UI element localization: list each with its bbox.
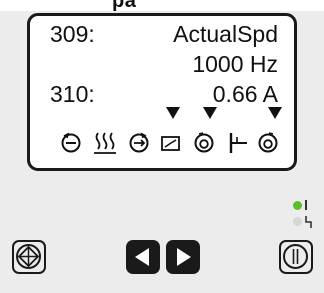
parameter-number: 310:: [50, 81, 95, 107]
parameter-value: 1000 Hz: [192, 51, 278, 77]
ready-symbol-icon: [305, 200, 307, 210]
reverse-rotation-icon: [60, 128, 82, 156]
arrow-right-icon: [177, 248, 191, 266]
indicator-arrow-icon: [268, 107, 282, 119]
navigation-button[interactable]: [12, 240, 46, 274]
indicator-arrow-icon: [166, 107, 180, 119]
status-icons-row: [30, 128, 294, 162]
parameter-name: ActualSpd: [173, 21, 278, 47]
top-label: pa: [112, 0, 137, 11]
start-stop-button[interactable]: [279, 240, 313, 274]
previous-button[interactable]: [126, 240, 160, 274]
navigation-icon: [16, 244, 41, 269]
lcd-display: 309: ActualSpd 1000 Hz 310: 0.66 A: [27, 13, 297, 171]
parameter-value: 0.66 A: [212, 81, 278, 107]
forward-rotation-icon: [128, 128, 150, 156]
brake-icon: [227, 128, 251, 156]
next-button[interactable]: [166, 240, 200, 274]
rotation-alt-icon: [257, 128, 279, 156]
fault-symbol-icon: [303, 215, 315, 234]
parameter-number: 309:: [50, 21, 95, 47]
power-icon: [283, 244, 308, 269]
ramp-icon: [160, 128, 182, 156]
top-label-strip: pa: [0, 0, 324, 11]
ready-led-icon: [293, 201, 302, 210]
fault-led-icon: [293, 217, 302, 226]
heating-icon: [93, 128, 117, 156]
rotation-icon: [193, 128, 215, 156]
indicator-arrow-icon: [203, 107, 217, 119]
arrow-left-icon: [135, 248, 149, 266]
